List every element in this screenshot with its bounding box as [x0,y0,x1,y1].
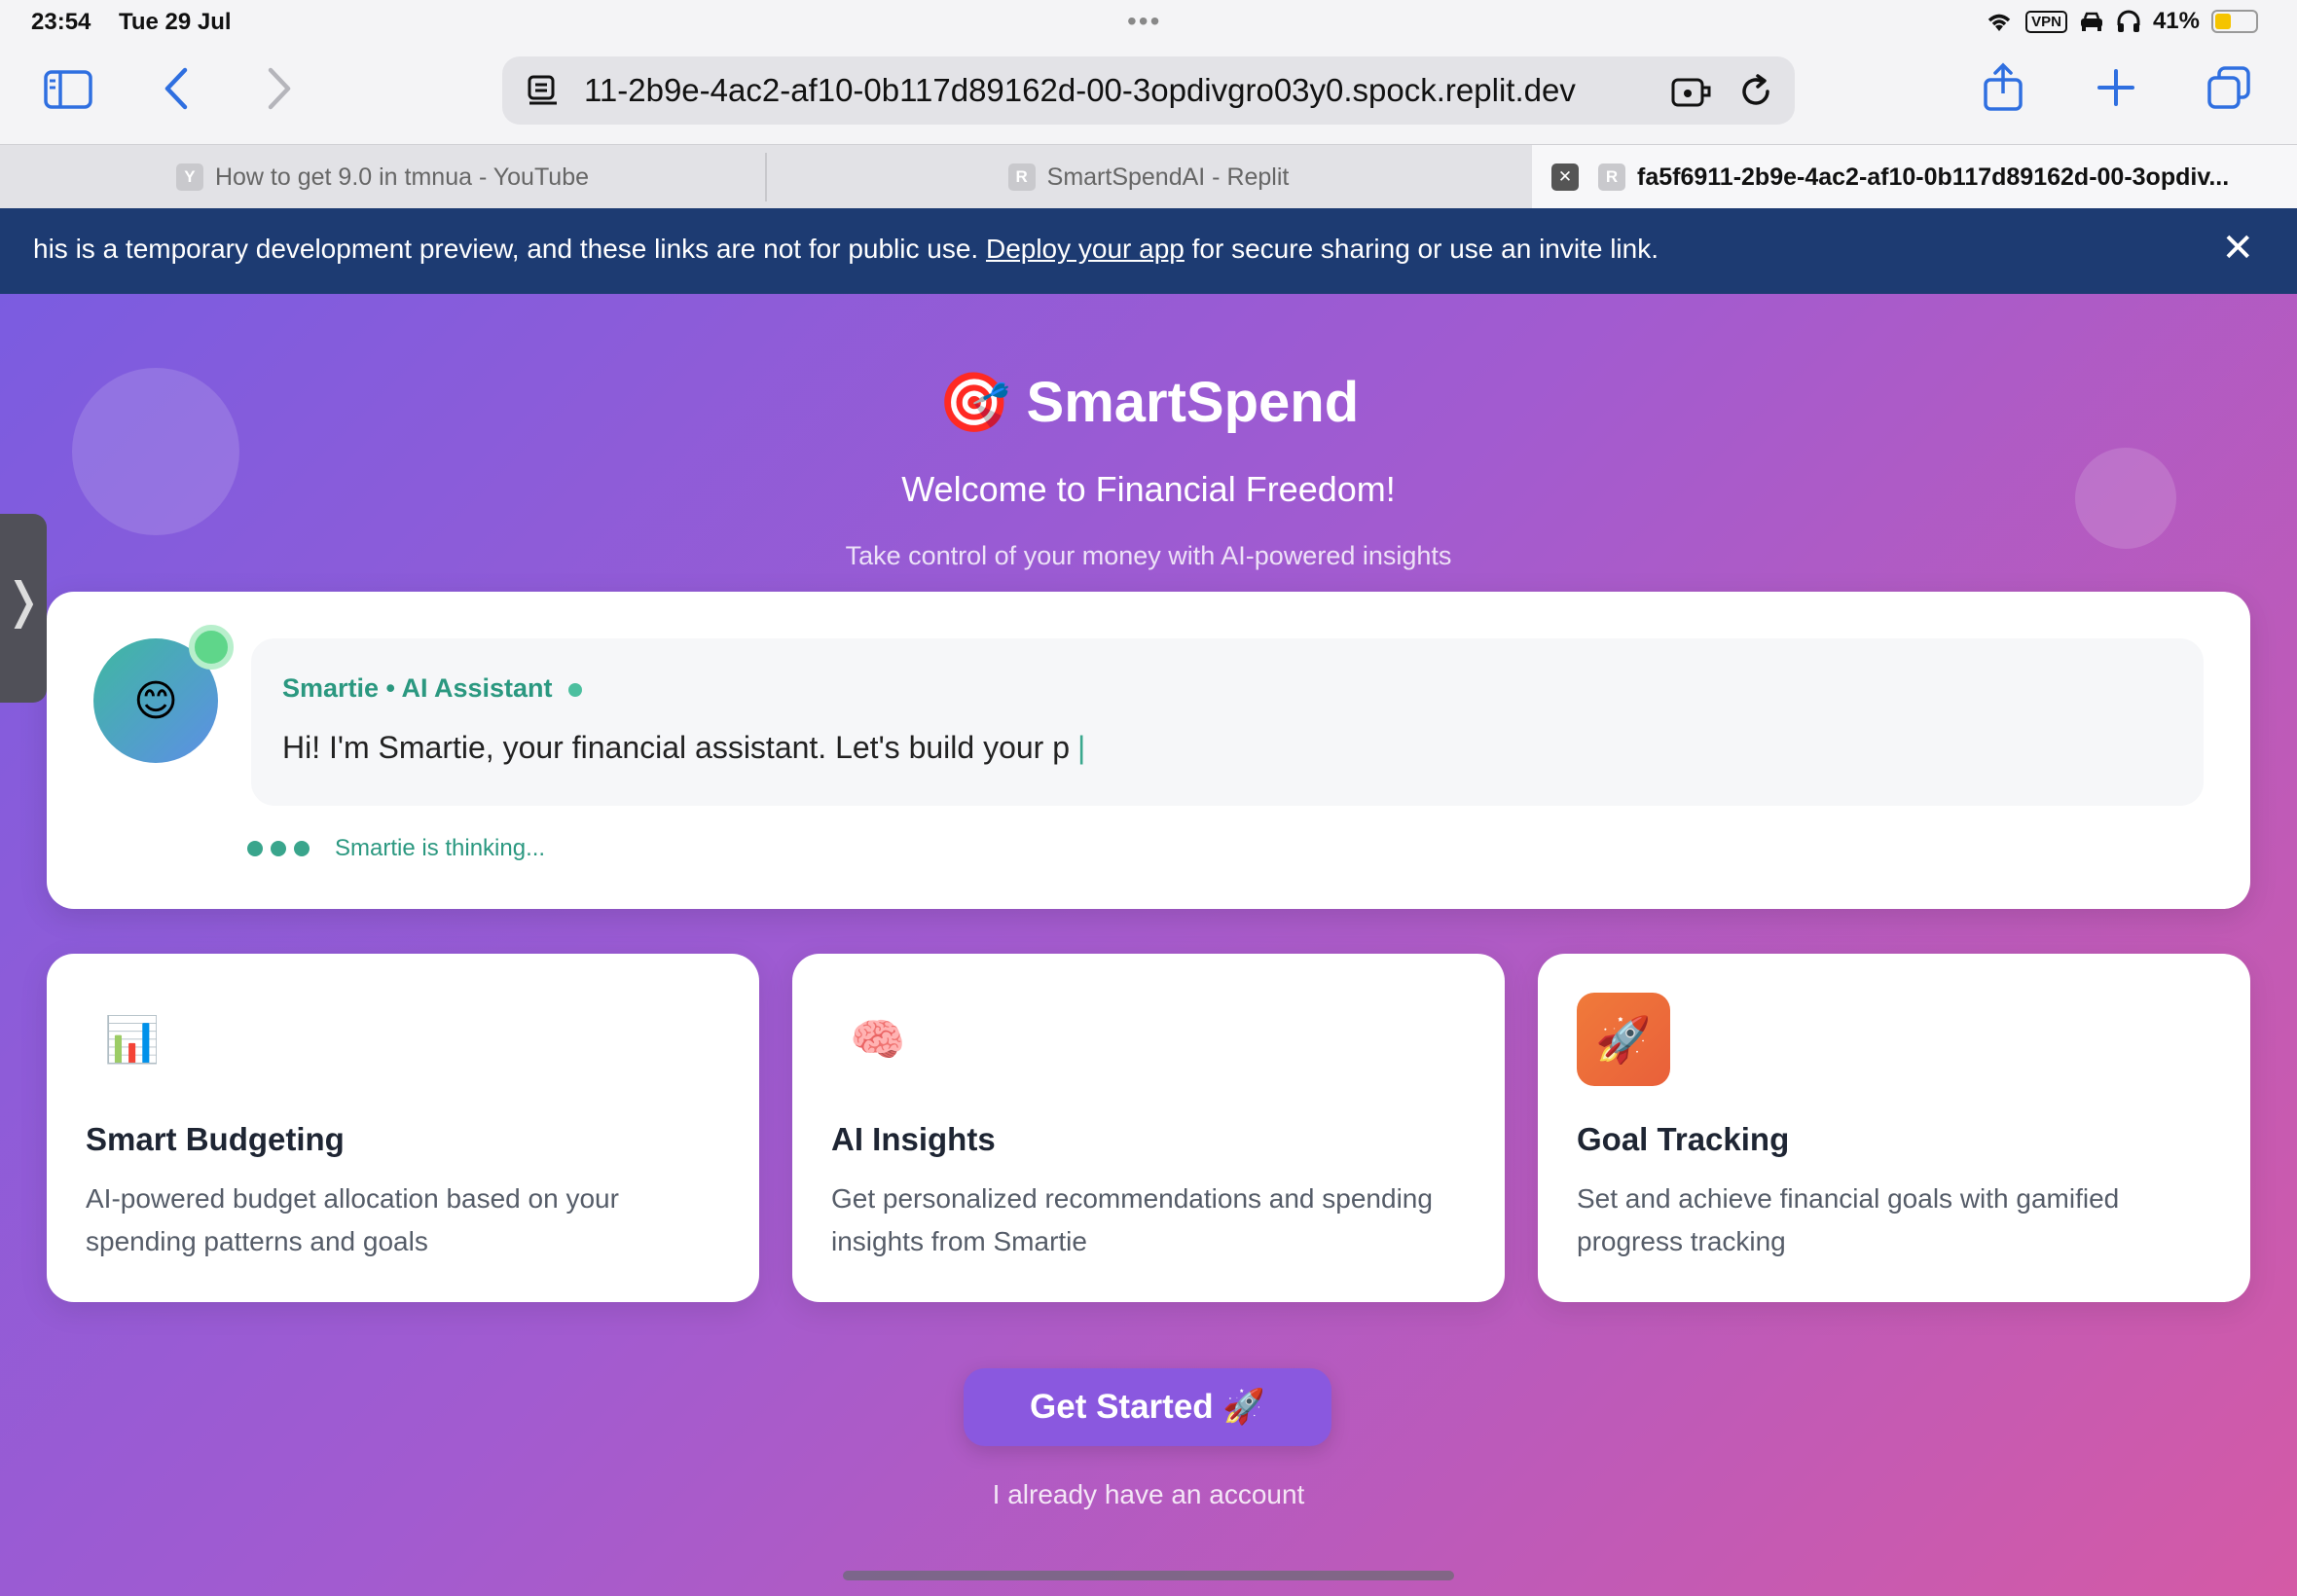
feature-title: Smart Budgeting [86,1121,345,1157]
message-content: Hi! I'm Smartie, your financial assistan… [282,730,1070,765]
smile-icon: 😊 [133,676,178,725]
wifi-icon [1987,14,2011,31]
bar-chart-icon: 📊 [104,1013,161,1065]
typing-dot-icon [247,841,263,856]
address-bar[interactable]: 11-2b9e-4ac2-af10-0b117d89162d-00-3opdiv… [502,56,1795,125]
status-time: 23:54 [31,9,91,35]
brand-header: 🎯 SmartSpend [0,368,2297,437]
get-started-button[interactable]: Get Started 🚀 [964,1368,1331,1446]
vpn-badge: VPN [2025,10,2067,33]
banner-text: his is a temporary development preview, … [33,234,986,264]
tab-favicon: R [1598,163,1625,191]
feature-description: AI-powered budget allocation based on yo… [86,1183,619,1256]
thinking-label: Smartie is thinking... [335,835,546,861]
existing-account-link[interactable]: I already have an account [0,1479,2297,1510]
status-dot-icon [567,682,582,697]
typing-dot-icon [271,841,286,856]
feature-title: AI Insights [831,1121,996,1157]
tab-close-icon[interactable]: ✕ [1551,163,1579,191]
tab-favicon: Y [175,163,203,191]
tab-active-preview[interactable]: ✕ R fa5f6911-2b9e-4ac2-af10-0b117d89162d… [1532,145,2297,209]
feature-title: Goal Tracking [1577,1121,1790,1157]
multitasking-dots-icon[interactable]: ••• [1127,6,1161,37]
share-icon[interactable] [1982,62,2024,113]
home-indicator[interactable] [843,1571,1454,1580]
tagline: Take control of your money with AI-power… [845,541,1452,570]
extension-icon[interactable] [1670,74,1713,109]
brain-icon: 🧠 [850,1013,906,1065]
feature-card-goal-tracking[interactable]: 🚀 Goal Tracking Set and achieve financia… [1538,954,2250,1302]
reload-icon[interactable] [1736,72,1775,111]
thinking-indicator: Smartie is thinking... [247,835,545,862]
tab-overview-icon[interactable] [2206,64,2252,111]
status-bar: 23:54 Tue 29 Jul ••• VPN 41% [0,0,2297,47]
typing-cursor: | [1077,730,1086,765]
assistant-name: Smartie • AI Assistant [282,673,582,704]
status-date: Tue 29 Jul [119,9,232,35]
tab-youtube[interactable]: Y How to get 9.0 in tmnua - YouTube [0,145,765,209]
dev-preview-banner: his is a temporary development preview, … [0,208,2297,294]
tab-favicon: R [1007,163,1036,191]
back-icon[interactable] [162,66,191,111]
battery-percent: 41% [2152,8,2200,34]
rocket-icon: 🚀 [1577,993,1670,1086]
browser-toolbar: 11-2b9e-4ac2-af10-0b117d89162d-00-3opdiv… [0,47,2297,144]
assistant-chat-card: 😊 Smartie • AI Assistant Hi! I'm Smartie… [47,592,2250,909]
car-icon [2080,12,2102,31]
battery-icon [2211,10,2258,33]
tab-label: SmartSpendAI - Replit [1046,163,1290,191]
brand-name: SmartSpend [1026,371,1360,434]
sidebar-toggle-icon[interactable] [43,68,93,111]
headphones-icon [2117,10,2140,32]
assistant-message-text: Hi! I'm Smartie, your financial assistan… [282,730,1085,766]
status-indicators: VPN 41% [1985,8,2258,35]
tab-bar: Y How to get 9.0 in tmnua - YouTube R Sm… [0,144,2297,209]
feature-description: Get personalized recommendations and spe… [831,1183,1433,1256]
tab-replit[interactable]: R SmartSpendAI - Replit [767,145,1530,209]
feature-description: Set and achieve financial goals with gam… [1577,1183,2120,1256]
banner-message: his is a temporary development preview, … [33,234,1659,265]
deploy-app-link[interactable]: Deploy your app [986,234,1185,264]
welcome-heading: Welcome to Financial Freedom! [901,469,1396,509]
app-viewport: ❭ 🎯 SmartSpend Welcome to Financial Freed… [0,294,2297,1596]
url-text[interactable]: 11-2b9e-4ac2-af10-0b117d89162d-00-3opdiv… [584,72,1576,109]
forward-icon[interactable] [265,66,294,111]
typing-dot-icon [294,841,310,856]
side-panel-handle-icon[interactable]: ❭ [0,514,47,703]
page-menu-icon[interactable] [526,74,561,109]
assistant-message-bubble: Smartie • AI Assistant Hi! I'm Smartie, … [251,638,2204,806]
target-logo-icon: 🎯 [937,370,1011,435]
feature-card-smart-budgeting[interactable]: 📊 Smart Budgeting AI-powered budget allo… [47,954,759,1302]
online-status-indicator [189,625,234,670]
tab-label: How to get 9.0 in tmnua - YouTube [214,163,590,191]
new-tab-icon[interactable] [2096,68,2135,107]
assistant-name-label: Smartie • AI Assistant [282,673,553,703]
feature-card-ai-insights[interactable]: 🧠 AI Insights Get personalized recommend… [792,954,1505,1302]
banner-text-end: for secure sharing or use an invite link… [1184,234,1659,264]
banner-close-icon[interactable]: ✕ [2221,226,2254,271]
tab-label: fa5f6911-2b9e-4ac2-af10-0b117d89162d-00-… [1637,163,2230,191]
